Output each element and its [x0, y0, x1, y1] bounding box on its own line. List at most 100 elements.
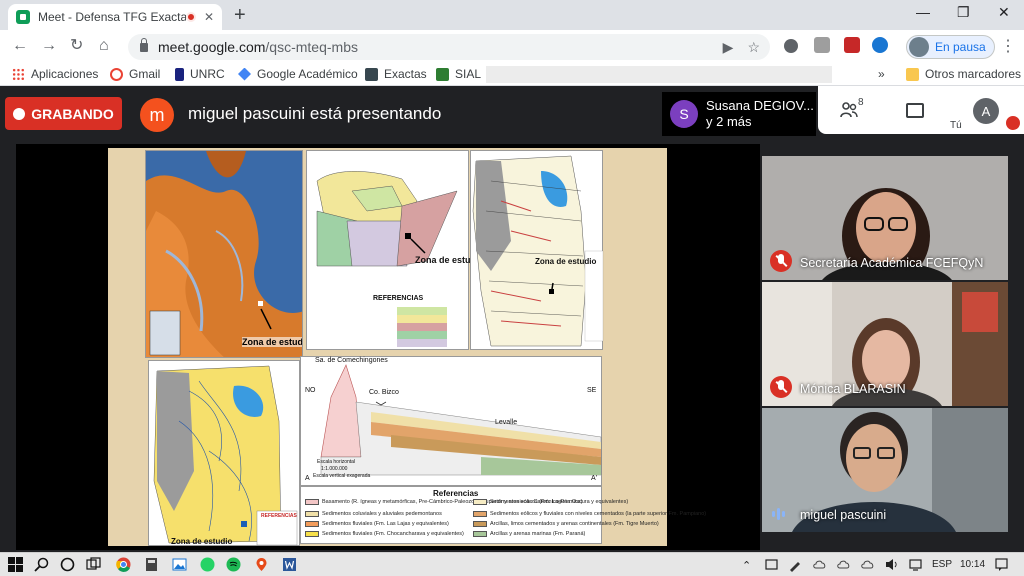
- scale-line1: Escala horizontal: [317, 459, 356, 465]
- search-icon[interactable]: [34, 557, 49, 572]
- bookmark-sial[interactable]: SIAL: [436, 67, 481, 81]
- forward-button[interactable]: →: [41, 37, 57, 55]
- photos-icon[interactable]: [172, 557, 187, 572]
- browser-toolbar: ← → ↻ ⌂ meet.google.com/qsc-mteq-mbs ▶ ☆…: [0, 30, 1024, 64]
- word-icon[interactable]: [282, 557, 297, 572]
- pen-tray-icon[interactable]: [788, 557, 803, 572]
- bookmarks-overflow-button[interactable]: »: [878, 67, 885, 81]
- map4-legend-title: REFERENCIAS: [261, 513, 297, 519]
- people-icon[interactable]: [840, 102, 858, 118]
- participant-name: Mónica BLARASIN: [800, 382, 906, 396]
- back-button[interactable]: ←: [12, 37, 28, 55]
- bookmark-label: Exactas: [384, 67, 427, 81]
- whatsapp-icon[interactable]: [200, 557, 215, 572]
- volume-icon[interactable]: [884, 557, 899, 572]
- bookmark-star-icon[interactable]: ☆: [747, 39, 760, 56]
- windows-start-icon[interactable]: [8, 557, 23, 572]
- home-button[interactable]: ⌂: [99, 37, 109, 55]
- tab-close-icon[interactable]: ✕: [204, 10, 214, 24]
- section-town-label: Levalle: [495, 419, 518, 426]
- network-icon[interactable]: [908, 557, 923, 572]
- lock-icon: [140, 37, 148, 52]
- chrome-taskbar-icon[interactable]: [116, 557, 131, 572]
- section-a: A: [305, 475, 310, 482]
- meet-favicon-icon: [16, 10, 30, 24]
- onedrive-icon[interactable]: [860, 557, 875, 572]
- spotify-icon[interactable]: [226, 557, 241, 572]
- calculator-icon[interactable]: [144, 557, 159, 572]
- bookmark-aplicaciones[interactable]: Aplicaciones: [12, 67, 98, 81]
- shield-extension-icon[interactable]: [814, 37, 830, 53]
- legend-text: Sedimentos fluviales (Fm. Las Lajas y eq…: [322, 521, 449, 527]
- language-indicator[interactable]: ESP: [932, 559, 952, 570]
- dropbox-extension-icon[interactable]: [784, 39, 798, 53]
- participant-tile[interactable]: Secretaría Académica FCEFQyN: [762, 156, 1008, 280]
- restore-button[interactable]: ❐: [957, 4, 970, 21]
- record-dot-icon: [13, 107, 26, 120]
- bookmark-unrc[interactable]: UNRC: [175, 67, 225, 81]
- legend-text: Sedimentos fluviales (Fm. Chocancharava …: [322, 531, 464, 537]
- participant-tile[interactable]: Mónica BLARASIN: [762, 282, 1008, 406]
- profile-button[interactable]: En pausa: [906, 35, 995, 59]
- bookmark-exactas[interactable]: Exactas: [365, 67, 427, 81]
- section-se: SE: [587, 387, 597, 394]
- tab-meet[interactable]: Meet - Defensa TFG Exactas ✕: [8, 4, 222, 30]
- legend-swatch: [473, 531, 487, 537]
- minimize-button[interactable]: —: [916, 4, 930, 20]
- section-no: NO: [305, 387, 316, 394]
- maps-icon[interactable]: [254, 557, 269, 572]
- apps-grid-icon: [12, 67, 25, 81]
- chat-icon[interactable]: [906, 103, 924, 118]
- legend-item: Sedimentos eólicos y fluviales con nivel…: [473, 511, 706, 517]
- new-tab-button[interactable]: +: [234, 5, 246, 25]
- section-a-prime: A': [591, 475, 598, 482]
- regional-map-image: [316, 171, 458, 267]
- cortana-icon[interactable]: [60, 557, 75, 572]
- recording-button[interactable]: GRABANDO: [5, 97, 122, 130]
- hydro-map-image: [472, 155, 604, 347]
- address-bar[interactable]: meet.google.com/qsc-mteq-mbs ▶ ☆: [128, 34, 770, 60]
- pen-extension-icon[interactable]: [872, 37, 888, 53]
- bookmark-label: Aplicaciones: [31, 67, 99, 81]
- legend-item: Sedimentos fluviales (Fm. Las Lajas y eq…: [305, 521, 449, 527]
- other-bookmarks-folder[interactable]: Otros marcadores: [906, 67, 1021, 81]
- window-close-button[interactable]: ✕: [998, 4, 1010, 21]
- other-participants-pill[interactable]: S Susana DEGIOV... y 2 más: [662, 92, 816, 136]
- legend-title: Referencias: [433, 489, 479, 498]
- cloud-icon[interactable]: [836, 557, 851, 572]
- bookmarks-bar: Aplicaciones Gmail UNRC Google Académico…: [0, 64, 1024, 86]
- regional-map: Zona de estudi REFERENCIAS: [306, 150, 479, 350]
- notifications-icon[interactable]: [994, 557, 1009, 572]
- legend-swatch: [473, 521, 487, 527]
- bookmark-gmail[interactable]: Gmail: [110, 67, 160, 81]
- legend-item: Arcillas, limos cementados y arenas cont…: [473, 521, 659, 527]
- scale-line3: Escala vertical exagerada: [313, 473, 371, 479]
- others-line1: Susana DEGIOV...: [706, 98, 814, 113]
- scale-line2: 1:1.000.000: [321, 466, 348, 472]
- bookmark-blank-area: [486, 66, 832, 83]
- camera-icon[interactable]: ▶: [723, 39, 734, 56]
- hydro-map: Zona de estudio: [470, 150, 604, 350]
- clock[interactable]: 10:14: [960, 559, 985, 570]
- meet-top-controls: 8 A Tú: [818, 86, 1024, 134]
- self-avatar[interactable]: A: [973, 98, 999, 124]
- water-table-map: Zona de estudio REFERENCIAS: [148, 360, 300, 546]
- tray-app-icon[interactable]: [764, 557, 779, 572]
- cloud-icon[interactable]: [812, 557, 827, 572]
- task-view-icon[interactable]: [86, 557, 101, 572]
- participant-avatar: S: [670, 100, 698, 128]
- scholar-icon: [238, 67, 251, 81]
- url-path: /qsc-mteq-mbs: [265, 39, 358, 55]
- bookmark-google-academico[interactable]: Google Académico: [238, 67, 358, 81]
- pdf-extension-icon[interactable]: [844, 37, 860, 53]
- tray-chevron-icon[interactable]: ⌃: [742, 559, 751, 572]
- reload-button[interactable]: ↻: [70, 37, 83, 55]
- legend-swatch: [305, 499, 319, 505]
- map4-label: Zona de estudio: [171, 537, 233, 546]
- participant-tile[interactable]: miguel pascuini: [762, 408, 1008, 532]
- tab-title: Meet - Defensa TFG Exactas: [38, 10, 186, 24]
- map2-label: Zona de estudi: [415, 255, 479, 265]
- legend-text: Sedimentos coluviales y aluviales pedemo…: [322, 511, 442, 517]
- menu-icon[interactable]: ⋮: [1000, 36, 1016, 56]
- speaking-indicator-icon: [772, 508, 785, 520]
